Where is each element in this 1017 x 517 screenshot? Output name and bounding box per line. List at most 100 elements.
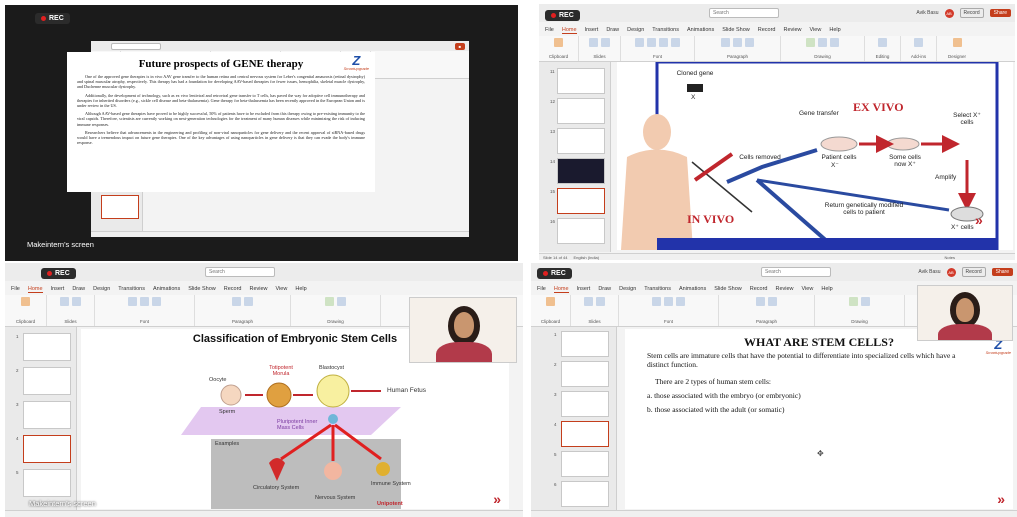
menu-home[interactable]: Home: [561, 27, 577, 34]
bullets-icon[interactable]: [721, 38, 730, 47]
slide-thumbnail[interactable]: 2: [16, 367, 71, 395]
menu-design[interactable]: Design: [93, 286, 110, 292]
arrange-icon[interactable]: [337, 297, 346, 306]
record-button[interactable]: Record: [959, 8, 984, 18]
menu-view[interactable]: View: [802, 286, 814, 292]
slide-thumbnail[interactable]: 11: [550, 68, 605, 94]
arrange-icon[interactable]: [818, 38, 827, 47]
paste-icon[interactable]: [546, 297, 555, 306]
menu-slide-show[interactable]: Slide Show: [714, 286, 742, 292]
menu-transitions[interactable]: Transitions: [652, 27, 679, 33]
menu-review[interactable]: Review: [249, 286, 267, 292]
menu-animations[interactable]: Animations: [687, 27, 714, 33]
designer-icon[interactable]: [952, 38, 962, 47]
slide-thumbnail[interactable]: 5: [554, 451, 609, 477]
menu-animations[interactable]: Animations: [679, 286, 706, 292]
arrange-icon[interactable]: [861, 297, 870, 306]
menu-file[interactable]: File: [11, 286, 20, 292]
slide-thumbnail-selected[interactable]: 15: [550, 188, 605, 214]
menu-slide-show[interactable]: Slide Show: [188, 286, 216, 292]
menu-transitions[interactable]: Transitions: [118, 286, 145, 292]
menu-home[interactable]: Home: [553, 286, 569, 293]
slide-thumbnail[interactable]: 3: [554, 391, 609, 417]
align-icon[interactable]: [745, 38, 754, 47]
underline-icon[interactable]: [152, 297, 161, 306]
bold-icon[interactable]: [635, 38, 644, 47]
menu-design[interactable]: Design: [627, 27, 644, 33]
menu-draw[interactable]: Draw: [72, 286, 85, 292]
slide-thumbnail[interactable]: 12: [550, 98, 605, 124]
bold-icon[interactable]: [128, 297, 137, 306]
search-input[interactable]: Search: [205, 267, 275, 277]
numbering-icon[interactable]: [733, 38, 742, 47]
search-input[interactable]: Search: [709, 8, 779, 18]
avatar[interactable]: AB: [944, 8, 954, 18]
menu-help[interactable]: Help: [295, 286, 306, 292]
menu-view[interactable]: View: [810, 27, 822, 33]
new-slide-icon[interactable]: [589, 38, 598, 47]
menu-record[interactable]: Record: [750, 286, 768, 292]
bullets-icon[interactable]: [756, 297, 765, 306]
italic-icon[interactable]: [664, 297, 673, 306]
share-button[interactable]: ■: [454, 42, 465, 50]
paste-icon[interactable]: [554, 38, 563, 47]
slide-thumbnail-selected[interactable]: [101, 195, 139, 219]
italic-icon[interactable]: [140, 297, 149, 306]
slide-thumbnail[interactable]: 1: [554, 331, 609, 357]
align-icon[interactable]: [768, 297, 777, 306]
new-slide-icon[interactable]: [584, 297, 593, 306]
slide-thumbnail[interactable]: 1: [16, 333, 71, 361]
menu-record[interactable]: Record: [758, 27, 776, 33]
menu-draw[interactable]: Draw: [606, 27, 619, 33]
add-ins-icon[interactable]: [914, 38, 923, 47]
paste-icon[interactable]: [21, 297, 30, 306]
bullets-icon[interactable]: [232, 297, 241, 306]
slide-thumbnail-selected[interactable]: 4: [16, 435, 71, 463]
shapes-icon[interactable]: [325, 297, 334, 306]
search-input[interactable]: Search: [761, 267, 831, 277]
new-slide-icon[interactable]: [60, 297, 69, 306]
menu-slide-show[interactable]: Slide Show: [722, 27, 750, 33]
menu-design[interactable]: Design: [619, 286, 636, 292]
slide-thumbnail[interactable]: 5: [16, 469, 71, 497]
menu-file[interactable]: File: [545, 27, 554, 33]
slide-thumbnail[interactable]: 16: [550, 218, 605, 244]
menu-review[interactable]: Review: [775, 286, 793, 292]
menu-help[interactable]: Help: [829, 27, 840, 33]
slide-thumbnail[interactable]: 13: [550, 128, 605, 154]
underline-icon[interactable]: [676, 297, 685, 306]
menu-record[interactable]: Record: [224, 286, 242, 292]
menu-draw[interactable]: Draw: [598, 286, 611, 292]
layout-icon[interactable]: [596, 297, 605, 306]
menu-insert[interactable]: Insert: [577, 286, 591, 292]
find-icon[interactable]: [878, 38, 887, 47]
search-input[interactable]: [111, 42, 161, 50]
slide-thumbnail[interactable]: 6: [554, 481, 609, 507]
share-button[interactable]: Share: [989, 9, 1011, 17]
menu-review[interactable]: Review: [783, 27, 801, 33]
menu-transitions[interactable]: Transitions: [644, 286, 671, 292]
menu-help[interactable]: Help: [821, 286, 832, 292]
menu-insert[interactable]: Insert: [585, 27, 599, 33]
notes-button[interactable]: Notes: [945, 255, 955, 260]
avatar[interactable]: AB: [946, 267, 956, 277]
menu-file[interactable]: File: [537, 286, 546, 292]
layout-icon[interactable]: [601, 38, 610, 47]
underline-icon[interactable]: [659, 38, 668, 47]
shapes-icon[interactable]: [806, 38, 815, 47]
share-button[interactable]: Share: [991, 268, 1013, 276]
font-color-icon[interactable]: [671, 38, 680, 47]
shapes-icon[interactable]: [849, 297, 858, 306]
slide-thumbnail[interactable]: 2: [554, 361, 609, 387]
menu-animations[interactable]: Animations: [153, 286, 180, 292]
slide-thumbnail-selected[interactable]: 4: [554, 421, 609, 447]
slide-thumbnail[interactable]: 14: [550, 158, 605, 184]
quick-styles-icon[interactable]: [830, 38, 839, 47]
menu-insert[interactable]: Insert: [51, 286, 65, 292]
italic-icon[interactable]: [647, 38, 656, 47]
menu-view[interactable]: View: [276, 286, 288, 292]
slide-thumbnail[interactable]: 3: [16, 401, 71, 429]
record-button[interactable]: Record: [961, 267, 986, 277]
align-icon[interactable]: [244, 297, 253, 306]
bold-icon[interactable]: [652, 297, 661, 306]
